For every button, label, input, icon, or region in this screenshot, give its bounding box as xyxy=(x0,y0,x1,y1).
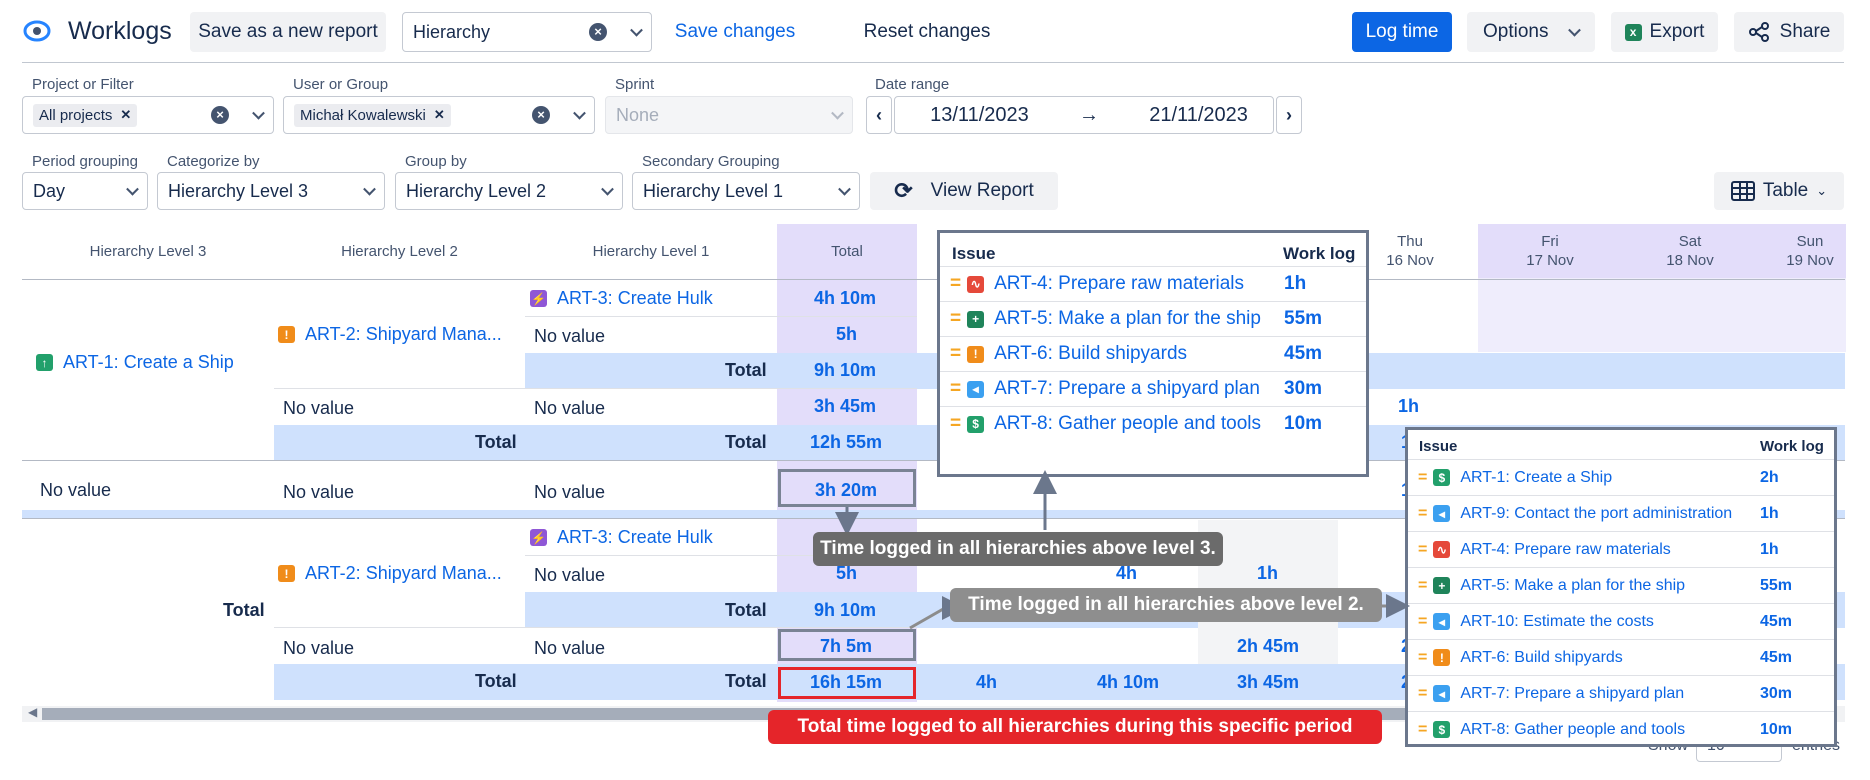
callout-total: Total time logged to all hierarchies dur… xyxy=(768,710,1382,744)
callout-level3: Time logged in all hierarchies above lev… xyxy=(813,532,1223,566)
callout-connectors xyxy=(835,470,1410,630)
callout-level2: Time logged in all hierarchies above lev… xyxy=(950,588,1382,622)
